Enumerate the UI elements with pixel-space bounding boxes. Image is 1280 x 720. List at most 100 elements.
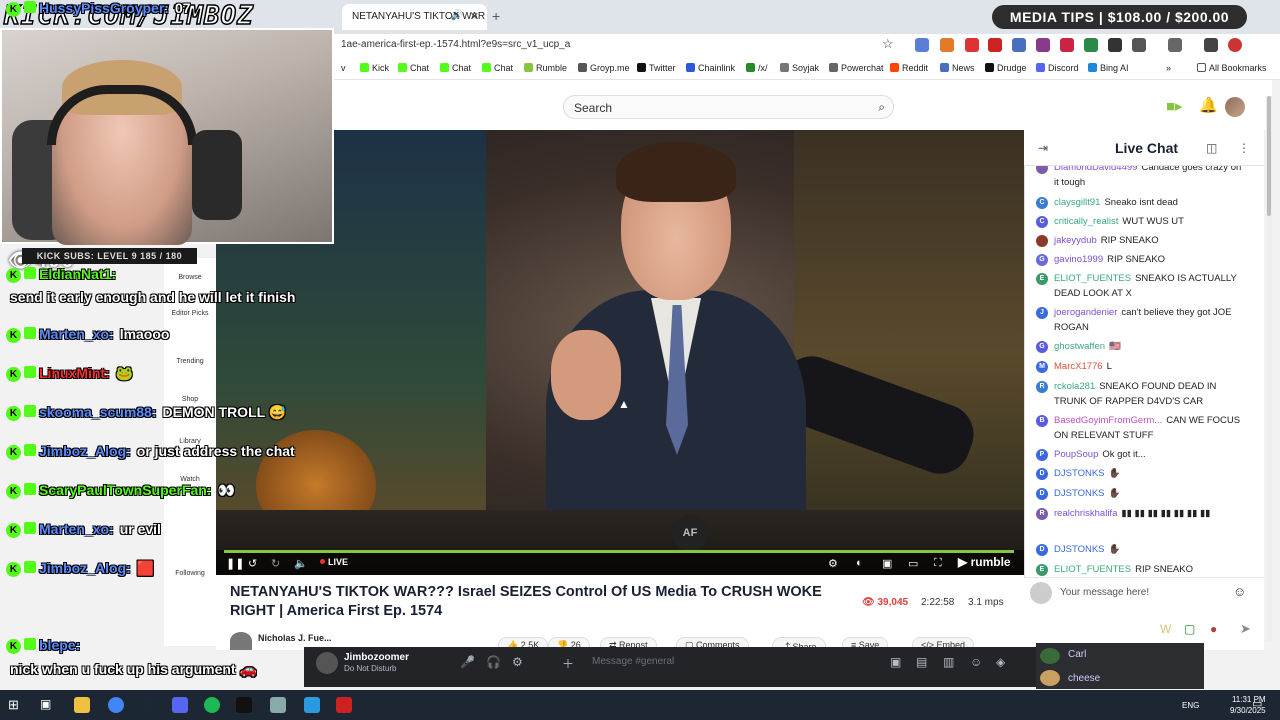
forward-icon[interactable]: ↻ — [271, 557, 280, 570]
chat-username[interactable]: DJSTONKS — [1054, 544, 1105, 555]
extension-icon[interactable] — [1012, 38, 1026, 52]
chat-username[interactable]: DJSTONKS — [1054, 468, 1105, 479]
start-icon[interactable]: ⊞ — [8, 697, 24, 713]
notification-bell-icon[interactable]: 🔔 — [1199, 96, 1218, 114]
new-tab-icon[interactable]: + — [492, 8, 500, 24]
obs-icon[interactable] — [236, 697, 252, 713]
chat-username[interactable]: realchriskhalifa — [1054, 508, 1117, 519]
extension-icon[interactable] — [915, 38, 929, 52]
rewind-icon[interactable]: ↺ — [248, 557, 257, 570]
fullscreen-icon[interactable]: ⛶ — [934, 557, 942, 570]
member-name[interactable]: cheese — [1068, 673, 1100, 684]
chat-menu-icon[interactable]: ⋮ — [1238, 141, 1250, 155]
notifications-icon[interactable]: ▭ — [1252, 697, 1268, 713]
pause-icon[interactable]: ❚❚ — [226, 557, 244, 570]
profile-icon[interactable] — [1228, 38, 1242, 52]
progress-bar[interactable] — [224, 550, 1014, 553]
bookmark[interactable]: Powerchat — [829, 63, 884, 73]
chat-username[interactable]: PoupSoup — [1054, 449, 1098, 460]
language-indicator[interactable]: ENG — [1182, 701, 1199, 710]
rant-icon[interactable]: W — [1160, 622, 1171, 636]
emoji-icon[interactable]: ☺ — [1233, 584, 1246, 599]
nav-browse[interactable]: Browse — [164, 274, 216, 281]
bookmark[interactable]: Chat — [440, 63, 471, 73]
file-explorer-icon[interactable] — [74, 697, 90, 713]
send-icon[interactable]: ➤ — [1240, 621, 1251, 637]
collapse-chat-icon[interactable]: ⇥ — [1038, 141, 1048, 155]
puzzle-icon[interactable] — [1132, 38, 1146, 52]
discord-message-input[interactable]: Message #general — [592, 656, 674, 667]
chat-avatar-icon[interactable]: ● — [1210, 622, 1217, 636]
extension-icon[interactable] — [1084, 38, 1098, 52]
chat-username[interactable]: joerogandenier — [1054, 307, 1117, 318]
emoji-icon[interactable]: ☺ — [970, 655, 982, 669]
settings-icon[interactable]: ⚙ — [512, 655, 523, 669]
bookmark[interactable]: Groyp.me — [578, 63, 630, 73]
member-name[interactable]: Carl — [1068, 649, 1086, 660]
bookmark[interactable]: Soyjak — [780, 63, 819, 73]
extension-icon[interactable] — [965, 38, 979, 52]
gif-icon[interactable]: ▤ — [916, 655, 927, 669]
bookmark[interactable]: Chainlink — [686, 63, 735, 73]
nav-shop[interactable]: Shop — [164, 396, 216, 403]
gift-icon[interactable]: ▣ — [890, 655, 901, 669]
nav-editor-picks[interactable]: Editor Picks — [164, 310, 216, 317]
channel-avatar[interactable] — [230, 632, 252, 650]
bookmark-star-icon[interactable]: ☆ — [882, 36, 894, 52]
mute-icon[interactable]: 🎤 — [460, 655, 475, 669]
chat-username[interactable]: DJSTONKS — [1054, 488, 1105, 499]
channel-name[interactable]: Nicholas J. Fue... — [258, 633, 332, 643]
headphones-icon[interactable]: 🎧 — [486, 655, 501, 669]
bookmark[interactable]: News — [940, 63, 975, 73]
gift-icon[interactable]: ▢ — [1184, 622, 1195, 636]
chat-username[interactable]: gavino1999 — [1054, 254, 1103, 265]
bookmark[interactable]: All Bookmarks — [1197, 63, 1267, 73]
extension-icon[interactable] — [1108, 38, 1122, 52]
bookmark[interactable]: Discord — [1036, 63, 1079, 73]
chat-username[interactable]: rckola281 — [1054, 381, 1095, 392]
rumble-logo[interactable]: ▶ rumble — [958, 555, 1011, 569]
bookmark[interactable]: Bing AI — [1088, 63, 1129, 73]
chat-username[interactable]: ghostwaffen — [1054, 341, 1105, 352]
close-tab-icon[interactable]: ✕ — [470, 10, 479, 23]
autoplay-toggle-icon[interactable]: ◐ — [856, 557, 863, 569]
menu-icon[interactable] — [1204, 38, 1218, 52]
theater-icon[interactable]: ▭ — [908, 557, 918, 570]
bookmark[interactable]: Twitter — [637, 63, 676, 73]
chat-username[interactable]: MarcX1776 — [1054, 361, 1103, 372]
more-bookmarks-icon[interactable]: » — [1166, 63, 1171, 73]
bookmark[interactable]: Chat — [398, 63, 429, 73]
volume-icon[interactable]: 🔈 — [294, 557, 308, 570]
chat-username[interactable]: BasedGoyimFromGerm... — [1054, 415, 1162, 426]
extension-icon[interactable] — [1036, 38, 1050, 52]
bookmark[interactable]: Rumble — [524, 63, 567, 73]
sidebar-icon[interactable] — [1168, 38, 1182, 52]
task-view-icon[interactable]: ▣ — [40, 697, 56, 713]
audio-icon[interactable]: 🔊 — [451, 10, 463, 21]
chat-username[interactable]: ELIOT_FUENTES — [1054, 273, 1131, 284]
user-avatar[interactable] — [1225, 97, 1245, 117]
bookmark[interactable]: Chat — [482, 63, 513, 73]
bookmark[interactable]: Drudge — [985, 63, 1027, 73]
add-icon[interactable]: ＋ — [562, 655, 574, 672]
search-input[interactable]: Search ⌕ — [563, 95, 894, 119]
discord-app-icon[interactable] — [172, 697, 188, 713]
bookmark[interactable]: v — [341, 63, 346, 73]
bookmark[interactable]: Reddit — [890, 63, 928, 73]
go-live-icon[interactable]: ■▸ — [1166, 97, 1183, 115]
chat-message-input[interactable]: Your message here! — [1060, 584, 1256, 602]
nav-trending[interactable]: Trending — [164, 358, 216, 365]
url-text[interactable]: 1ae-america-first-ep.-1574.html?e9s=src_… — [341, 39, 570, 50]
chat-username[interactable]: jakeyydub — [1054, 235, 1097, 246]
chrome-icon[interactable] — [108, 697, 124, 713]
search-icon[interactable]: ⌕ — [878, 100, 885, 115]
extension-icon[interactable] — [1060, 38, 1074, 52]
steam-icon[interactable] — [140, 697, 156, 713]
bookmark[interactable]: /x/ — [746, 63, 768, 73]
metamask-icon[interactable] — [940, 38, 954, 52]
pip-icon[interactable]: ▣ — [882, 557, 892, 570]
spotify-icon[interactable] — [204, 697, 220, 713]
sticker-icon[interactable]: ▥ — [943, 655, 954, 669]
video-player[interactable]: AF — [216, 130, 1024, 575]
discord-avatar[interactable] — [316, 652, 338, 674]
